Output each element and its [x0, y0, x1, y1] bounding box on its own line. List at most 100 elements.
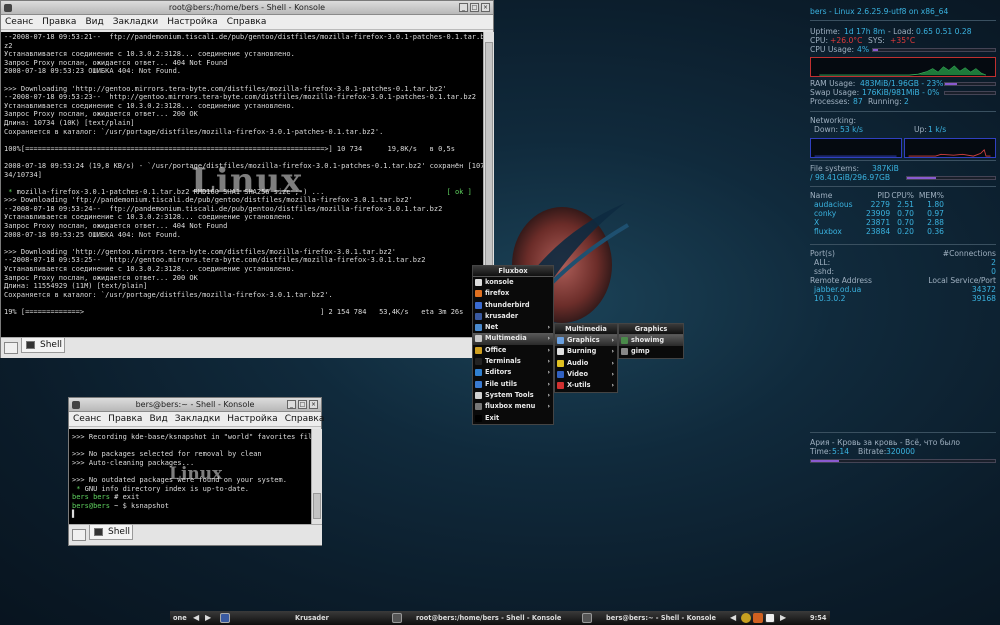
fluxbox-menu-item-fluxbox-menu[interactable]: fluxbox menu › [473, 401, 553, 412]
swap-value: 176KiB/981MiB - 0% [862, 88, 940, 97]
ram-usage-bar [944, 82, 996, 86]
menu-item-label: Exit [485, 413, 500, 422]
new-tab-button[interactable] [72, 529, 86, 541]
new-tab-button[interactable] [4, 342, 18, 354]
konsole-icon[interactable] [4, 4, 12, 12]
menu-edit[interactable]: Правка [42, 15, 76, 29]
multimedia-submenu: Multimedia Graphics › Burning › Audio › Video ›… [554, 323, 618, 393]
running-value: 2 [904, 97, 909, 106]
prev-task-icon[interactable]: ◀ [730, 611, 736, 625]
exit-icon [475, 414, 482, 422]
multimedia-item-x-utils[interactable]: X-utils › [555, 380, 617, 391]
next-workspace-icon[interactable]: ▶ [205, 611, 211, 625]
menu-session[interactable]: Сеанс [5, 15, 33, 29]
menu-view[interactable]: Вид [85, 15, 103, 29]
multimedia-item-burning[interactable]: Burning › [555, 346, 617, 357]
fluxbox-menu-item-krusader[interactable]: krusader [473, 311, 553, 322]
menu-item-label: krusader [485, 311, 519, 320]
fluxbox-menu-item-net[interactable]: Net › [473, 322, 553, 333]
menu-bookmarks[interactable]: Закладки [113, 15, 159, 29]
maximize-icon[interactable]: □ [470, 3, 479, 12]
workspace-name[interactable]: one [173, 611, 187, 625]
fluxbox-menu-item-exit[interactable]: Exit [473, 413, 553, 424]
connections-label: #Connections [942, 249, 996, 258]
multimedia-item-audio[interactable]: Audio › [555, 358, 617, 369]
menu-edit[interactable]: Правка [108, 412, 142, 426]
thunderbird-icon [475, 301, 482, 309]
process-cell: 1.80 [927, 200, 944, 209]
ports-label: Port(s) [810, 249, 835, 258]
window-titlebar[interactable]: root@bers:/home/bers - Shell - Konsole _… [1, 1, 493, 15]
clock: 9:54 [810, 614, 827, 622]
fluxbox-taskbar: one ◀ ▶ Krusader root@bers:/home/bers - … [170, 611, 830, 625]
song-progress-bar-fill [811, 460, 839, 462]
fluxbox-menu-item-file-utils[interactable]: File utils › [473, 379, 553, 390]
audacious-icon[interactable] [753, 613, 763, 623]
menu-settings[interactable]: Настройка [167, 15, 218, 29]
task-konsole-root[interactable]: root@bers:/home/bers - Shell - Konsole [416, 611, 561, 625]
prev-workspace-icon[interactable]: ◀ [193, 611, 199, 625]
menu-item-label: File utils [485, 379, 518, 388]
fluxbox-menu-item-thunderbird[interactable]: thunderbird [473, 300, 553, 311]
graphics-icon [557, 337, 564, 344]
process-column-header: MEM% [918, 191, 944, 200]
fluxbox-menu-item-multimedia[interactable]: Multimedia › [473, 333, 553, 345]
graphics-item-gimp[interactable]: gimp [619, 346, 683, 357]
linux-watermark: Linux [191, 161, 303, 201]
tab-shell[interactable]: Shell [89, 525, 133, 540]
terminal-line: Запрос Proxy послан, ожидается ответ... … [4, 58, 228, 67]
fluxbox-menu-item-system-tools[interactable]: System Tools › [473, 390, 553, 401]
submenu-arrow-icon: › [547, 403, 550, 411]
terminal-line: >>> Downloading 'http://gentoo.mirrors.t… [4, 84, 447, 93]
ram-label: RAM Usage: [810, 79, 856, 88]
konsole-window-bers[interactable]: bers@bers:~ - Shell - Konsole _ □ × Сеанс … [68, 397, 325, 546]
maximize-icon[interactable]: □ [298, 400, 307, 409]
menu-settings[interactable]: Настройка [227, 412, 278, 426]
fluxbox-menu-item-office[interactable]: Office › [473, 345, 553, 356]
graphics-item-showimg[interactable]: showimg [619, 335, 683, 347]
konsole-window-root[interactable]: root@bers:/home/bers - Shell - Konsole _… [0, 0, 494, 358]
scrollbar-thumb[interactable] [313, 493, 321, 519]
konsole-icon[interactable] [72, 401, 80, 409]
conn-remote: jabber.od.ua [814, 285, 862, 294]
tab-shell[interactable]: Shell [21, 338, 65, 353]
submenu-arrow-icon: › [611, 359, 614, 367]
menu-help[interactable]: Справка [285, 412, 325, 426]
minimize-icon[interactable]: _ [287, 400, 296, 409]
process-cell: conky [814, 209, 837, 218]
window-titlebar[interactable]: bers@bers:~ - Shell - Konsole _ □ × [69, 398, 321, 412]
multimedia-item-video[interactable]: Video › [555, 369, 617, 380]
terminal-scrollbar[interactable] [311, 429, 322, 524]
multimedia-item-graphics[interactable]: Graphics › [555, 335, 617, 347]
next-task-icon[interactable]: ▶ [780, 611, 786, 625]
menu-session[interactable]: Сеанс [73, 412, 101, 426]
cpu-usage-graph [810, 57, 996, 77]
close-icon[interactable]: × [481, 3, 490, 12]
bitrate-value: 320000 [886, 447, 915, 456]
fluxbox-menu-item-terminals[interactable]: Terminals › [473, 356, 553, 367]
terminals-icon [475, 358, 482, 366]
minimize-icon[interactable]: _ [459, 3, 468, 12]
conky-header: bers - Linux 2.6.25.9-utf8 on x86_64 [810, 7, 949, 16]
process-cell: 0.36 [927, 227, 944, 236]
task-konsole-bers[interactable]: bers@bers:~ - Shell - Konsole [606, 611, 716, 625]
fluxbox-menu-item-konsole[interactable]: konsole [473, 277, 553, 288]
fluxbox-menu-item-firefox[interactable]: firefox [473, 288, 553, 299]
menu-view[interactable]: Вид [149, 412, 167, 426]
terminal-line: Сохраняется в каталог: `/usr/portage/dis… [4, 290, 333, 299]
submenu-arrow-icon: › [611, 370, 614, 378]
upload-graph [904, 138, 996, 158]
song-time-value: 5:14 [832, 447, 850, 456]
terminal-line: Запрос Proxy послан, ожидается ответ... … [4, 222, 228, 231]
menu-help[interactable]: Справка [227, 15, 267, 29]
uptime-value: 1d 17h 8m [844, 27, 886, 36]
x-utils-icon [557, 382, 564, 390]
fluxbox-menu-item-editors[interactable]: Editors › [473, 367, 553, 378]
menu-bookmarks[interactable]: Закладки [175, 412, 221, 426]
close-icon[interactable]: × [309, 400, 318, 409]
lightbulb-icon[interactable] [741, 613, 751, 623]
konsole-icon [582, 613, 592, 623]
ksnapshot-icon[interactable] [765, 613, 775, 623]
cpu-temp-value: +26.0°C [830, 36, 863, 45]
task-krusader[interactable]: Krusader [295, 611, 329, 625]
